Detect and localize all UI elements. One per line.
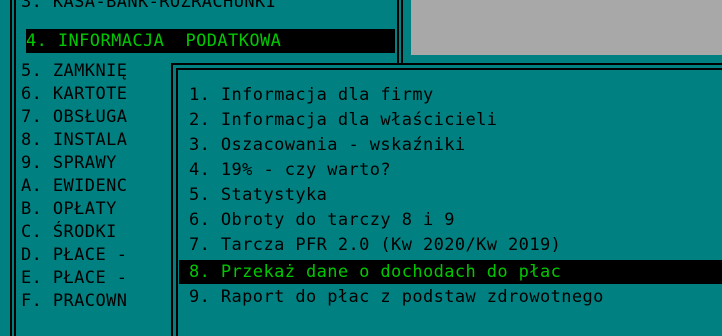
submenu-item-tarcza-pfr[interactable]: 7. Tarcza PFR 2.0 (Kw 2020/Kw 2019) xyxy=(189,233,561,257)
submenu-item-informacja-wlascicieli[interactable]: 2. Informacja dla właścicieli xyxy=(189,108,497,132)
main-menu-item-informacja-podatkowa[interactable]: 4. INFORMACJA PODATKOWA xyxy=(26,29,395,53)
submenu-item-obroty-tarczy[interactable]: 6. Obroty do tarczy 8 i 9 xyxy=(189,208,455,232)
submenu-item-informacja-firmy[interactable]: 1. Informacja dla firmy xyxy=(189,83,434,107)
submenu-item-oszacowania[interactable]: 3. Oszacowania - wskaźniki xyxy=(189,133,466,157)
grey-panel xyxy=(411,0,722,55)
dos-screen: 3. KASA-BANK-ROZRACHUNKI 4. INFORMACJA P… xyxy=(0,0,722,336)
submenu-item-raport-do-plac[interactable]: 9. Raport do płac z podstaw zdrowotnego xyxy=(189,285,604,309)
main-menu-item-kasa-bank[interactable]: 3. KASA-BANK-ROZRACHUNKI xyxy=(21,0,394,14)
main-menu-item-label: 4. INFORMACJA PODATKOWA xyxy=(26,31,282,51)
submenu-item-przekaz-dane[interactable]: 8. Przekaż dane o dochodach do płac xyxy=(179,260,722,284)
submenu-popup: 1. Informacja dla firmy 2. Informacja dl… xyxy=(171,63,722,336)
submenu-item-statystyka[interactable]: 5. Statystyka xyxy=(189,183,327,207)
submenu-item-19-czy-warto[interactable]: 4. 19% - czy warto? xyxy=(189,158,391,182)
